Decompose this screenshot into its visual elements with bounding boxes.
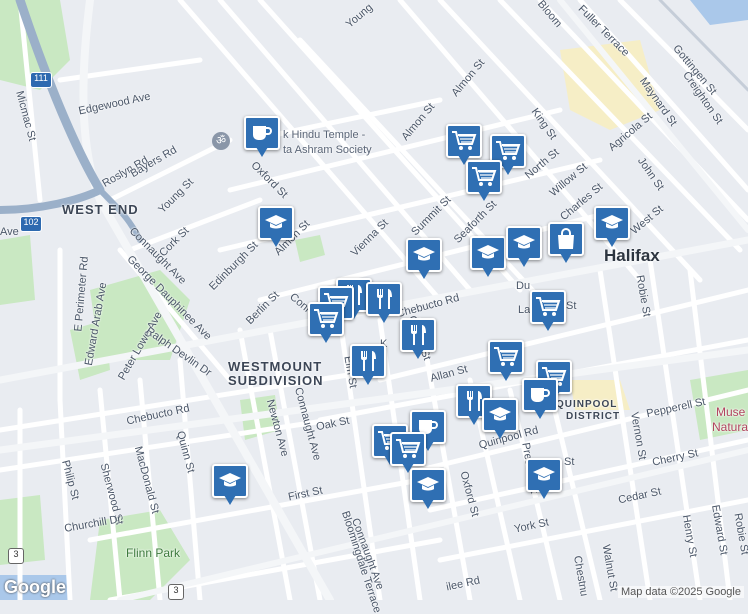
map-marker-school[interactable]	[470, 236, 506, 280]
shopping-cart-icon	[308, 302, 344, 336]
shopping-cart-icon	[530, 290, 566, 324]
restaurant-icon	[400, 318, 436, 352]
map-marker-shopping-cart[interactable]	[488, 340, 524, 384]
map-marker-shopping-cart[interactable]	[530, 290, 566, 334]
marker-pointer	[502, 165, 514, 175]
marker-pointer	[418, 269, 430, 279]
map-marker-cafe[interactable]	[522, 378, 558, 422]
school-icon	[212, 464, 248, 498]
school-icon	[526, 458, 562, 492]
poi-label-temple-1: k Hindu Temple -	[283, 129, 366, 141]
restaurant-icon	[350, 344, 386, 378]
map-marker-shopping-cart[interactable]	[308, 302, 344, 346]
cafe-icon	[522, 378, 558, 412]
street-label: St	[564, 456, 575, 468]
area-label-subdivision: SUBDIVISION	[228, 373, 324, 388]
marker-pointer	[256, 147, 268, 157]
map-marker-restaurant[interactable]	[400, 318, 436, 362]
shopping-bag-icon	[548, 222, 584, 256]
school-icon	[470, 236, 506, 270]
restaurant-icon	[366, 282, 402, 316]
map-marker-school[interactable]	[482, 398, 518, 442]
street-label: Ave	[0, 226, 19, 238]
park-label-flinn: Flinn Park	[126, 546, 181, 560]
map-marker-school[interactable]	[594, 206, 630, 250]
map-marker-restaurant[interactable]	[366, 282, 402, 326]
map-marker-school[interactable]	[410, 468, 446, 512]
marker-pointer	[518, 257, 530, 267]
shopping-cart-icon	[390, 432, 426, 466]
street-label: La	[518, 304, 531, 316]
marker-pointer	[500, 371, 512, 381]
route-shield-3: 3	[8, 548, 24, 564]
map-marker-school[interactable]	[506, 226, 542, 270]
marker-pointer	[320, 333, 332, 343]
area-label-westmount: WESTMOUNT	[228, 359, 323, 374]
map-marker-school[interactable]	[406, 238, 442, 282]
area-label-west-end: WEST END	[62, 202, 139, 217]
highway-shield-111: 111	[30, 72, 52, 88]
marker-pointer	[560, 253, 572, 263]
map-marker-shopping-bag[interactable]	[548, 222, 584, 266]
street-label: Du	[516, 280, 531, 292]
google-logo: Google	[4, 577, 66, 597]
museum-label-line1: Muse	[716, 405, 746, 419]
poi-label-temple-2: ta Ashram Society	[283, 144, 372, 156]
museum-label-line2: Natural H	[712, 420, 748, 434]
area-label-district: DISTRICT	[566, 411, 621, 422]
map-attribution: Map data ©2025 Google	[617, 586, 744, 598]
cafe-icon	[244, 116, 280, 150]
shopping-cart-icon	[466, 160, 502, 194]
map-marker-cafe[interactable]	[244, 116, 280, 160]
marker-pointer	[422, 499, 434, 509]
map-marker-shopping-cart[interactable]	[466, 160, 502, 204]
highway-shield-102: 102	[20, 216, 42, 232]
map-marker-restaurant[interactable]	[350, 344, 386, 388]
school-icon	[482, 398, 518, 432]
marker-pointer	[482, 267, 494, 277]
temple-icon[interactable]: ॐ	[212, 132, 230, 150]
marker-pointer	[494, 429, 506, 439]
shopping-cart-icon	[488, 340, 524, 374]
marker-pointer	[478, 191, 490, 201]
route-shield-3b: 3	[168, 584, 184, 600]
map-marker-school[interactable]	[526, 458, 562, 502]
marker-pointer	[468, 415, 480, 425]
marker-pointer	[224, 495, 236, 505]
marker-pointer	[412, 349, 424, 359]
marker-pointer	[362, 375, 374, 385]
marker-pointer	[606, 237, 618, 247]
marker-pointer	[270, 237, 282, 247]
marker-pointer	[534, 409, 546, 419]
marker-pointer	[542, 321, 554, 331]
school-icon	[258, 206, 294, 240]
street-label: St	[566, 300, 577, 312]
shopping-cart-icon	[446, 124, 482, 158]
school-icon	[594, 206, 630, 240]
map-marker-school[interactable]	[212, 464, 248, 508]
school-icon	[406, 238, 442, 272]
school-icon	[410, 468, 446, 502]
marker-pointer	[538, 489, 550, 499]
map-marker-school[interactable]	[258, 206, 294, 250]
marker-pointer	[378, 313, 390, 323]
school-icon	[506, 226, 542, 260]
